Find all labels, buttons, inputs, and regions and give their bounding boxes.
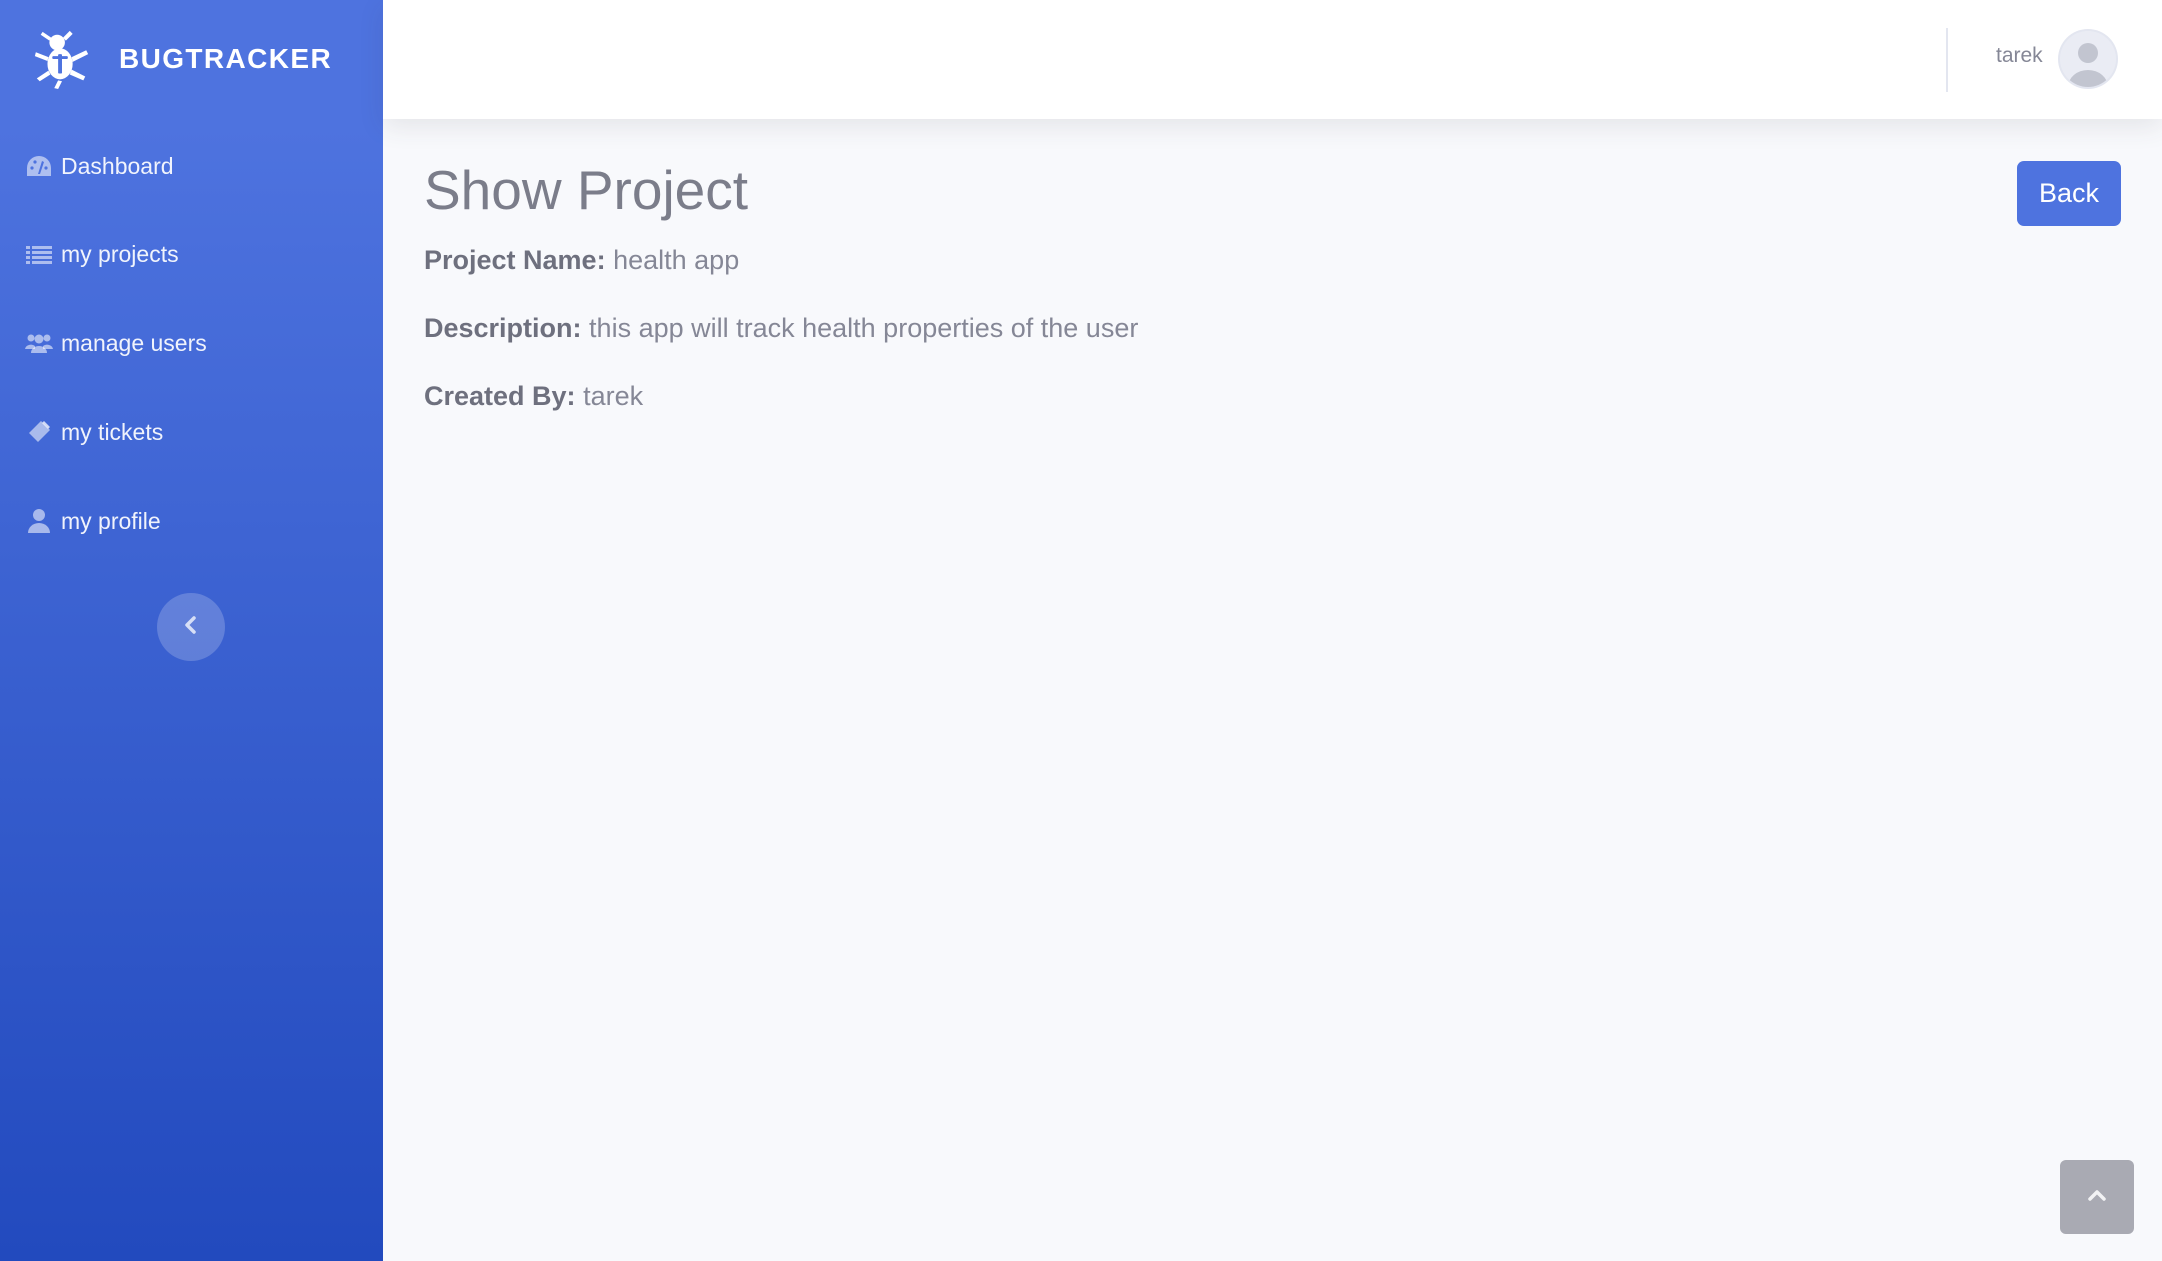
sidebar-item-manage-users[interactable]: manage users (25, 323, 207, 363)
sidebar-item-dashboard[interactable]: Dashboard (25, 146, 174, 186)
field-label: Project Name: (424, 245, 606, 275)
sidebar-item-label: my tickets (61, 418, 164, 445)
list-icon (25, 240, 53, 268)
user-name[interactable]: tarek (1996, 44, 2043, 68)
project-name-field: Project Name: health app (424, 245, 739, 276)
field-value: tarek (583, 381, 644, 411)
chevron-left-icon (183, 615, 199, 640)
back-button[interactable]: Back (2017, 161, 2121, 226)
brand-link[interactable]: BUGTRACKER (31, 24, 332, 94)
description-field: Description: this app will track health … (424, 313, 1138, 344)
sidebar-item-label: manage users (61, 329, 207, 356)
ticket-icon (25, 418, 53, 446)
sidebar-item-label: Dashboard (61, 152, 174, 179)
scroll-to-top-button[interactable] (2060, 1160, 2134, 1234)
sidebar-toggle-button[interactable] (157, 593, 225, 661)
sidebar-item-my-projects[interactable]: my projects (25, 234, 179, 274)
chevron-up-icon (2086, 1187, 2108, 1208)
topbar-divider (1946, 28, 1948, 92)
field-label: Created By: (424, 381, 576, 411)
sidebar-item-my-profile[interactable]: my profile (25, 501, 161, 541)
users-icon (25, 329, 53, 357)
user-icon (25, 507, 53, 535)
bug-icon (31, 28, 93, 90)
field-label: Description: (424, 313, 582, 343)
user-avatar-icon[interactable] (2060, 31, 2116, 87)
sidebar-item-label: my projects (61, 240, 179, 267)
sidebar: BUGTRACKER Dashboard my projects manage … (0, 0, 383, 1261)
sidebar-item-label: my profile (61, 507, 161, 534)
field-value: health app (613, 245, 740, 275)
created-by-field: Created By: tarek (424, 381, 643, 412)
tachometer-icon (25, 152, 53, 180)
sidebar-item-my-tickets[interactable]: my tickets (25, 412, 163, 452)
field-value: this app will track health properties of… (589, 313, 1139, 343)
page-title: Show Project (424, 159, 749, 221)
topbar: tarek (383, 0, 2162, 119)
brand-name: BUGTRACKER (119, 43, 333, 74)
